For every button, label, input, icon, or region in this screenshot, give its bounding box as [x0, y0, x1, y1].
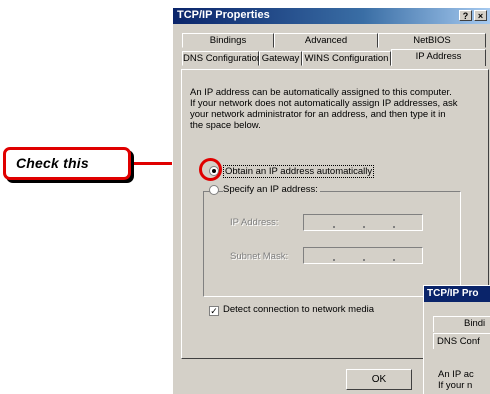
subnet-mask-field[interactable]	[303, 247, 423, 264]
tab-gateway[interactable]: Gateway	[259, 51, 302, 66]
dialog-title: TCP/IP Properties	[177, 9, 270, 21]
ip-address-field[interactable]	[303, 214, 423, 231]
tcpip-properties-dialog-2: TCP/IP Pro Bindi DNS Conf An IP ac If yo…	[423, 285, 490, 394]
desc-2-line1: An IP ac	[438, 369, 474, 380]
detect-connection-checkbox[interactable]: ✓	[209, 306, 219, 316]
specify-ip-label[interactable]: Specify an IP address:	[223, 184, 320, 195]
ip-address-label: IP Address:	[230, 217, 279, 228]
tab-bindings[interactable]: Bindings	[182, 33, 274, 48]
dialog-2-title: TCP/IP Pro	[427, 288, 479, 299]
callout-text: Check this	[16, 155, 89, 171]
tab-netbios[interactable]: NetBIOS	[378, 33, 486, 48]
tab-wins-configuration[interactable]: WINS Configuration	[302, 51, 391, 66]
title-bar: TCP/IP Properties ? ×	[173, 8, 490, 24]
tab-dns-2[interactable]: DNS Conf	[437, 336, 480, 347]
title-bar-2: TCP/IP Pro	[424, 286, 490, 302]
specify-ip-groupbox	[203, 191, 461, 297]
obtain-ip-label[interactable]: Obtain an IP address automatically	[223, 165, 375, 178]
subnet-mask-label: Subnet Mask:	[230, 251, 289, 262]
highlight-ring	[199, 158, 222, 181]
tab-advanced[interactable]: Advanced	[274, 33, 378, 48]
desc-2-line2: If your n	[438, 380, 473, 391]
help-button[interactable]: ?	[459, 10, 472, 21]
close-button[interactable]: ×	[474, 10, 487, 21]
ok-button[interactable]: OK	[346, 369, 412, 390]
tab-ip-address[interactable]: IP Address	[391, 49, 486, 66]
specify-ip-radio[interactable]	[209, 185, 219, 195]
tab-dns-configuration[interactable]: DNS Configuration	[182, 51, 262, 66]
description-text: An IP address can be automatically assig…	[190, 87, 458, 131]
detect-connection-label[interactable]: Detect connection to network media	[223, 304, 374, 315]
tab-bindings-2[interactable]: Bindi	[464, 318, 485, 329]
